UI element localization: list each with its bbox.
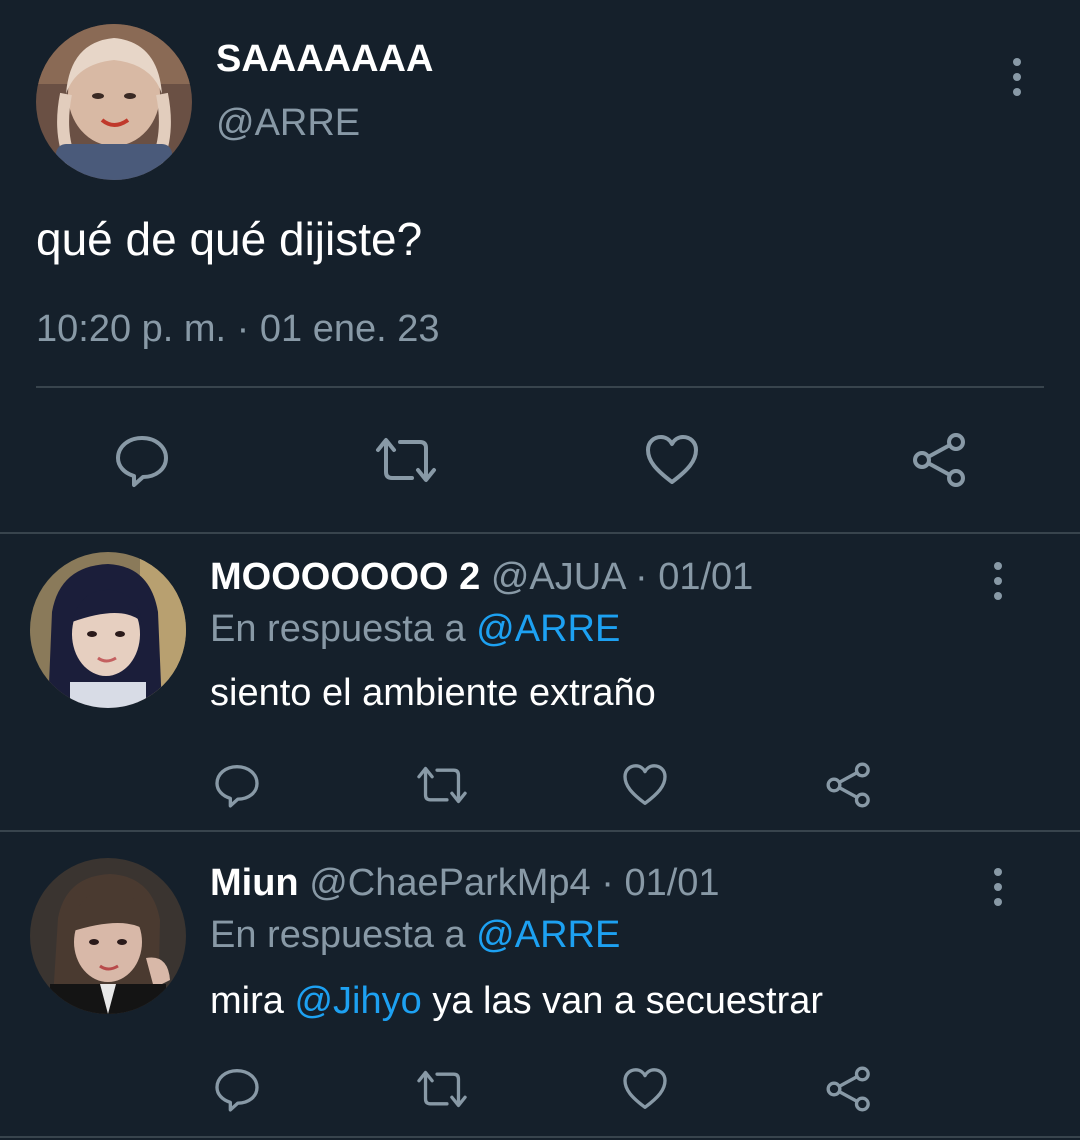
reply-context: En respuesta a @ARRE	[210, 914, 620, 957]
reply-icon[interactable]	[112, 430, 172, 490]
reply-display-name[interactable]: Miun	[210, 862, 299, 904]
main-tweet-display-name[interactable]: SAAAAAAA	[216, 38, 433, 81]
share-icon[interactable]	[824, 760, 874, 810]
like-icon[interactable]	[642, 430, 702, 490]
reply-divider	[0, 830, 1080, 832]
like-icon[interactable]	[620, 760, 670, 810]
like-icon[interactable]	[620, 1064, 670, 1114]
main-tweet-timestamp: 10:20 p. m. · 01 ene. 23	[36, 308, 440, 350]
main-tweet-divider	[36, 386, 1044, 388]
main-tweet-text: qué de qué dijiste?	[36, 213, 423, 265]
reply-icon[interactable]	[212, 760, 262, 810]
reply-header: MOOOOOOO 2 @AJUA · 01/01	[210, 556, 753, 599]
bottom-divider	[0, 1136, 1080, 1138]
retweet-icon[interactable]	[372, 430, 440, 490]
reply-text: siento el ambiente extraño	[210, 672, 656, 715]
reply-text-part: ya las van a secuestrar	[432, 980, 824, 1022]
section-divider	[0, 532, 1080, 534]
reply-text-part: siento el ambiente extraño	[210, 672, 656, 714]
main-tweet-handle[interactable]: @ARRE	[216, 102, 360, 145]
reply-date: · 01/01	[601, 862, 720, 904]
reply-avatar[interactable]	[30, 858, 186, 1014]
reply-header: Miun @ChaeParkMp4 · 01/01	[210, 862, 720, 905]
jihyo-mention[interactable]: @Jihyo	[294, 980, 421, 1022]
more-options-icon[interactable]	[991, 562, 1005, 600]
reply-prefix: En respuesta a	[210, 608, 466, 650]
reply-context: En respuesta a @ARRE	[210, 608, 620, 651]
reply-to-mention[interactable]: @ARRE	[476, 608, 620, 650]
reply-date: · 01/01	[635, 556, 754, 598]
reply-to-mention[interactable]: @ARRE	[476, 914, 620, 956]
main-tweet-avatar[interactable]	[36, 24, 192, 180]
more-options-icon[interactable]	[991, 868, 1005, 906]
reply-text: mira @Jihyo ya las van a secuestrar	[210, 980, 823, 1023]
reply-display-name[interactable]: MOOOOOOO 2	[210, 556, 480, 598]
reply-handle[interactable]: @AJUA	[491, 556, 625, 598]
retweet-icon[interactable]	[414, 1064, 470, 1114]
more-options-icon[interactable]	[1010, 58, 1024, 96]
reply-text-part: mira	[210, 980, 284, 1022]
reply-icon[interactable]	[212, 1064, 262, 1114]
retweet-icon[interactable]	[414, 760, 470, 810]
share-icon[interactable]	[824, 1064, 874, 1114]
reply-avatar[interactable]	[30, 552, 186, 708]
share-icon[interactable]	[910, 430, 970, 490]
reply-handle[interactable]: @ChaeParkMp4	[309, 862, 590, 904]
reply-prefix: En respuesta a	[210, 914, 466, 956]
